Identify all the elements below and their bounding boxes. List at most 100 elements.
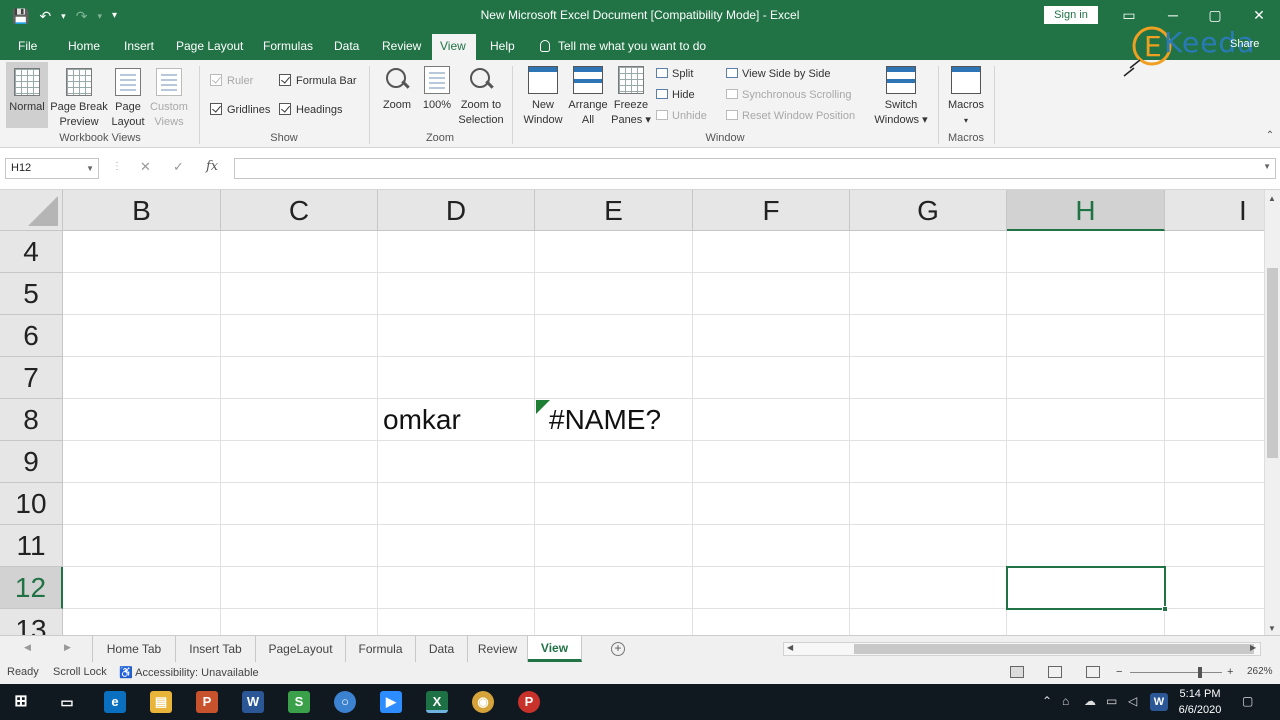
tab-file[interactable]: File (10, 32, 45, 60)
normal-view-status-icon[interactable] (1010, 666, 1024, 678)
prev-sheet-icon[interactable]: ◀ (24, 642, 31, 653)
page-layout-status-icon[interactable] (1048, 666, 1062, 678)
scroll-left-icon[interactable]: ◀ (787, 643, 793, 652)
arrange-all-button[interactable]: Arrange All (566, 66, 610, 128)
headings-checkbox[interactable]: Headings (279, 103, 342, 117)
sign-in-button[interactable]: Sign in (1044, 6, 1098, 24)
enter-icon[interactable]: ✓ (173, 159, 184, 175)
new-window-button[interactable]: New Window (520, 66, 566, 128)
edge-icon[interactable]: e (104, 691, 126, 713)
undo-icon[interactable]: ↶ (39, 6, 51, 26)
browser-icon[interactable]: ○ (334, 691, 356, 713)
taskbar-clock[interactable]: 5:14 PM 6/6/2020 (1172, 686, 1228, 718)
zoom-button[interactable]: Zoom (378, 66, 416, 113)
tab-formulas[interactable]: Formulas (255, 32, 321, 60)
normal-view-button[interactable]: Normal (6, 68, 48, 115)
windows-start-icon[interactable]: ⊞ (10, 691, 32, 713)
zoom-in-button[interactable]: + (1227, 666, 1233, 678)
cancel-icon[interactable]: ✕ (140, 159, 151, 175)
tab-insert[interactable]: Insert (116, 32, 162, 60)
accessibility-status[interactable]: ♿ Accessibility: Unavailable (119, 666, 259, 679)
drag-handle-icon[interactable]: ⋮ (112, 161, 122, 172)
save-icon[interactable]: 💾 (12, 6, 29, 26)
column-header-b[interactable]: B (63, 190, 221, 231)
redo-icon[interactable]: ↷ (76, 6, 88, 26)
switch-windows-button[interactable]: Switch Windows ▾ (870, 66, 932, 128)
reset-window-position-button[interactable]: Reset Window Position (726, 109, 855, 123)
collapse-ribbon-icon[interactable]: ⌃ (1264, 128, 1276, 143)
tell-me-search[interactable]: Tell me what you want to do (540, 32, 706, 60)
row-header-4[interactable]: 4 (0, 231, 63, 273)
vertical-scroll-thumb[interactable] (1267, 268, 1278, 458)
active-cell-h12[interactable] (1006, 566, 1168, 612)
cell-e8[interactable]: #NAME? (549, 404, 661, 436)
network-icon[interactable]: ⌂ (1062, 694, 1069, 708)
row-header-13[interactable]: 13 (0, 609, 63, 635)
insert-function-icon[interactable]: fx (206, 159, 218, 174)
fill-handle[interactable] (1162, 606, 1168, 612)
file-explorer-icon[interactable]: ▤ (150, 691, 172, 713)
sheet-tab-data[interactable]: Data (416, 636, 468, 662)
custom-views-button[interactable]: Custom Views (148, 68, 190, 130)
customize-qat-icon[interactable]: ▾ (112, 6, 117, 26)
horizontal-scroll-thumb[interactable] (854, 644, 1254, 654)
sheet-tab-review[interactable]: Review (468, 636, 528, 662)
column-header-f[interactable]: F (693, 190, 850, 231)
tab-help[interactable]: Help (482, 32, 523, 60)
column-header-e[interactable]: E (535, 190, 693, 231)
battery-icon[interactable]: ▭ (1106, 694, 1117, 708)
page-layout-view-button[interactable]: Page Layout (110, 68, 146, 130)
zoom-level[interactable]: 262% (1247, 666, 1273, 677)
column-header-c[interactable]: C (221, 190, 378, 231)
synchronous-scrolling-button[interactable]: Synchronous Scrolling (726, 88, 851, 102)
volume-icon[interactable]: ◁ (1128, 694, 1137, 708)
word-icon[interactable]: W (242, 691, 264, 713)
row-header-10[interactable]: 10 (0, 483, 63, 525)
task-view-icon[interactable]: ▭ (56, 691, 78, 713)
ruler-checkbox[interactable]: Ruler (210, 74, 253, 88)
column-header-d[interactable]: D (378, 190, 535, 231)
row-header-9[interactable]: 9 (0, 441, 63, 483)
cloud-icon[interactable]: ☁ (1084, 694, 1096, 708)
unhide-button[interactable]: Unhide (656, 109, 707, 123)
page-break-status-icon[interactable] (1086, 666, 1100, 678)
sheet-tab-view[interactable]: View (528, 636, 582, 662)
sheet-tab-insert-tab[interactable]: Insert Tab (176, 636, 256, 662)
tab-page-layout[interactable]: Page Layout (168, 32, 251, 60)
next-sheet-icon[interactable]: ▶ (64, 642, 71, 653)
sheet-tab-pagelayout[interactable]: PageLayout (256, 636, 346, 662)
zoom-100-button[interactable]: 100% (420, 66, 454, 113)
word-tray-icon[interactable]: W (1150, 693, 1168, 711)
row-header-11[interactable]: 11 (0, 525, 63, 567)
worksheet-grid[interactable]: B C D E F G H I 4 5 6 7 8 9 10 11 12 13 … (0, 190, 1264, 635)
tab-data[interactable]: Data (326, 32, 367, 60)
scroll-up-icon[interactable]: ▲ (1268, 194, 1276, 203)
zoom-app-icon[interactable]: ▶ (380, 691, 402, 713)
share-button[interactable]: Share (1230, 38, 1259, 50)
chrome-icon[interactable]: ◉ (472, 691, 494, 713)
name-box[interactable]: H12 ▼ (5, 158, 99, 179)
formula-bar-checkbox[interactable]: Formula Bar (279, 74, 357, 88)
zoom-slider[interactable] (1130, 672, 1222, 673)
show-hidden-icons-icon[interactable]: ⌃ (1042, 694, 1052, 708)
excel-icon[interactable]: X (426, 691, 448, 713)
horizontal-scrollbar[interactable]: ◀ ▶ (783, 642, 1261, 656)
powerpoint-icon[interactable]: P (196, 691, 218, 713)
zoom-out-button[interactable]: − (1116, 666, 1122, 678)
row-header-12[interactable]: 12 (0, 567, 63, 609)
column-header-h[interactable]: H (1007, 190, 1165, 231)
tab-review[interactable]: Review (374, 32, 429, 60)
vertical-scrollbar[interactable]: ▲ ▼ (1264, 190, 1280, 635)
sheet-tab-formula[interactable]: Formula (346, 636, 416, 662)
add-sheet-icon[interactable]: + (611, 642, 625, 656)
chevron-down-icon[interactable]: ▼ (86, 159, 94, 178)
page-break-preview-button[interactable]: Page Break Preview (50, 68, 108, 130)
column-header-g[interactable]: G (850, 190, 1007, 231)
freeze-panes-button[interactable]: Freeze Panes ▾ (610, 66, 652, 128)
sheet-tab-home-tab[interactable]: Home Tab (92, 636, 176, 662)
scroll-down-icon[interactable]: ▼ (1268, 624, 1276, 633)
macros-button[interactable]: Macros ▾ (944, 66, 988, 128)
row-header-8[interactable]: 8 (0, 399, 63, 441)
hide-button[interactable]: Hide (656, 88, 695, 102)
tab-home[interactable]: Home (60, 32, 108, 60)
